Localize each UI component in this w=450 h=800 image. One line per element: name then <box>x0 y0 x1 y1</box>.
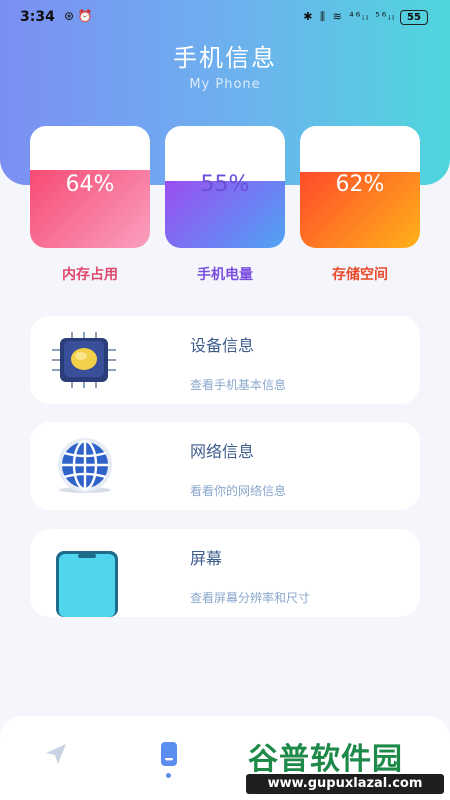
watermark-text: 谷普软件园 <box>248 742 403 777</box>
watermark: 谷普软件园 www.gupuxlazal.com <box>242 730 448 798</box>
nav-send-tab[interactable] <box>42 740 70 768</box>
chip-icon <box>50 332 120 388</box>
phone-screen-icon <box>54 551 124 617</box>
screen-info-desc: 查看屏幕分辨率和尺寸 <box>190 591 311 605</box>
page-subtitle: My Phone <box>189 77 261 92</box>
network-info-card[interactable]: 网络信息 看看你的网络信息 <box>30 422 420 510</box>
battery-icon: 55 <box>400 10 428 25</box>
memory-usage-card[interactable]: 64% <box>30 126 150 248</box>
status-notification-icons: ⊛ ⏰ <box>64 9 93 23</box>
globe-icon <box>50 438 120 494</box>
device-info-card[interactable]: 设备信息 查看手机基本信息 <box>30 316 420 404</box>
screen-info-card[interactable]: 屏幕 查看屏幕分辨率和尺寸 <box>30 529 420 617</box>
status-time: 3:34 <box>20 9 55 25</box>
memory-usage-label: 内存占用 <box>62 267 118 283</box>
storage-space-value: 62% <box>335 172 385 197</box>
device-info-desc: 查看手机基本信息 <box>190 378 287 392</box>
storage-space-label: 存储空间 <box>332 267 388 283</box>
memory-usage-value: 64% <box>65 172 115 197</box>
status-signal-icons: ✱ ⫼ ≋ ⁴⁶ᵢₗ ⁵⁶ᵢₗ <box>303 10 396 23</box>
battery-level-label: 手机电量 <box>197 267 253 283</box>
nav-active-indicator <box>166 773 171 778</box>
battery-level-value: 55% <box>200 172 250 197</box>
storage-space-card[interactable]: 62% <box>300 126 420 248</box>
nav-phone-tab[interactable] <box>155 740 183 768</box>
screen-info-title: 屏幕 <box>190 549 223 568</box>
network-info-title: 网络信息 <box>190 442 255 461</box>
watermark-url: www.gupuxlazal.com <box>246 774 444 794</box>
status-bar: 3:34 ⊛ ⏰ ✱ ⫼ ≋ ⁴⁶ᵢₗ ⁵⁶ᵢₗ 55 <box>0 0 450 34</box>
battery-level-card[interactable]: 55% <box>165 126 285 248</box>
network-info-desc: 看看你的网络信息 <box>190 484 287 498</box>
phone-icon <box>161 742 177 766</box>
device-info-title: 设备信息 <box>190 336 255 355</box>
page-title: 手机信息 <box>173 44 277 72</box>
send-icon <box>46 744 66 764</box>
